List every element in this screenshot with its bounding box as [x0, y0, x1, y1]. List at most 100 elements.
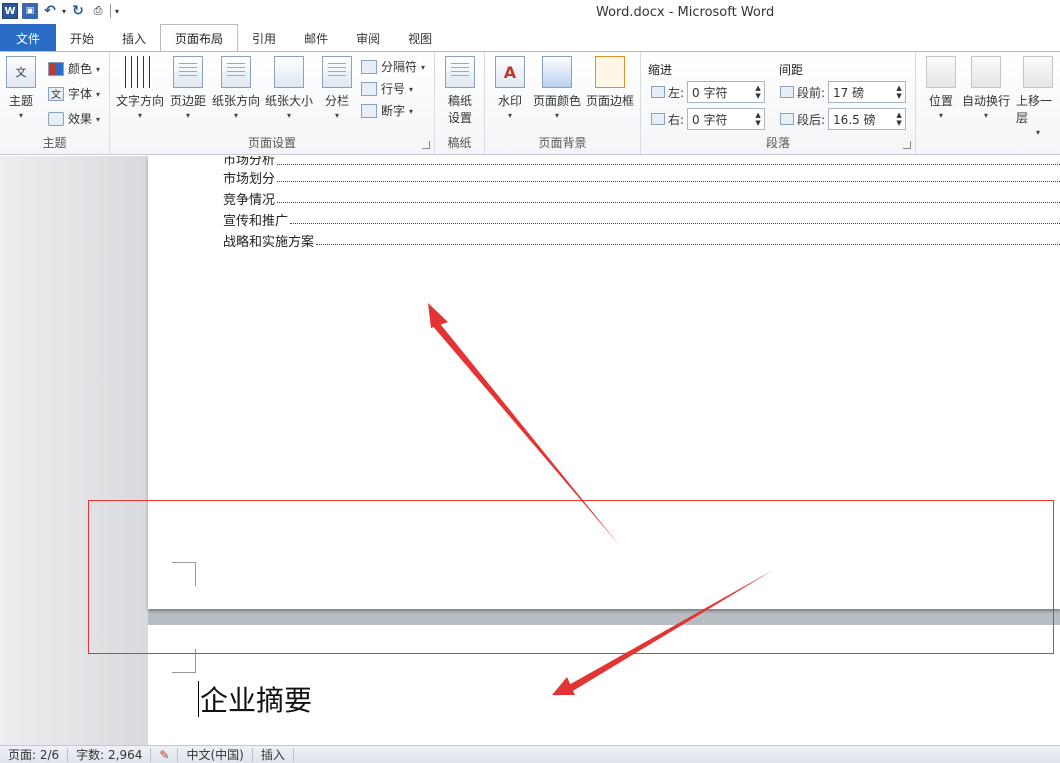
indent-left-value: 0 字符	[692, 85, 728, 100]
spinner-arrows-icon[interactable]: ▲ ▼	[752, 111, 764, 127]
line-numbers-button[interactable]: 行号 ▾	[361, 80, 413, 97]
page-color-label: 页面颜色	[533, 94, 582, 108]
themes-button[interactable]: 文 主题 ▾	[6, 56, 36, 120]
status-word-count[interactable]: 字数: 2,964	[68, 747, 152, 762]
columns-button[interactable]: 分栏 ▾	[322, 56, 352, 120]
text-direction-button[interactable]: 文字方向 ▾	[116, 56, 164, 120]
page-background-group-label: 页面背景	[538, 136, 587, 150]
breaks-button[interactable]: 分隔符 ▾	[361, 58, 425, 75]
tab-home[interactable]: 开始	[56, 24, 108, 52]
tab-mailings[interactable]: 邮件	[290, 24, 342, 52]
proofing-status[interactable]: ✎	[151, 747, 179, 762]
theme-colors-button[interactable]: 颜色 ▾	[48, 60, 100, 77]
spacing-before-value: 17 磅	[833, 85, 865, 100]
undo-dropdown-icon[interactable]: ▾	[62, 7, 66, 16]
status-language[interactable]: 中文(中国)	[178, 747, 253, 762]
chevron-down-icon: ▾	[938, 111, 943, 120]
manuscript-settings-button[interactable]: 稿纸 设置	[445, 56, 475, 126]
theme-effects-button[interactable]: 效果 ▾	[48, 110, 100, 127]
chevron-down-icon: ▾	[96, 115, 101, 124]
page-setup-group: 文字方向 ▾ 页边距 ▾ 纸张方向 ▾ 纸张大小 ▾ 分栏 ▾ 分隔符 ▾ 行号…	[110, 52, 435, 154]
ribbon: 文 主题 ▾ 颜色▾ 文 字体▾ 效果▾ 主题 文字方向 ▾ 页边距 ▾	[0, 51, 1060, 155]
word-logo-icon[interactable]: W	[2, 3, 18, 19]
position-button[interactable]: 位置 ▾	[926, 56, 956, 120]
print-preview-icon[interactable]: ⎙	[90, 3, 106, 19]
wrap-text-button[interactable]: 自动换行 ▾	[962, 56, 1010, 120]
chevron-down-icon: ▾	[138, 111, 143, 120]
hyphenation-label: 断字	[381, 104, 406, 118]
watermark-label: 水印	[497, 94, 522, 108]
line-numbers-label: 行号	[381, 82, 406, 96]
margins-button[interactable]: 页边距 ▾	[170, 56, 206, 120]
spacing-label: 间距	[779, 63, 804, 77]
indent-right-input[interactable]: 0 字符 ▲ ▼	[687, 108, 766, 130]
position-label: 位置	[928, 94, 953, 108]
chevron-down-icon: ▾	[186, 111, 191, 120]
annotation-arrow-up	[428, 303, 620, 546]
spacing-before-input[interactable]: 17 磅 ▲ ▼	[828, 81, 907, 103]
position-icon	[926, 56, 956, 88]
tab-insert[interactable]: 插入	[108, 24, 160, 52]
undo-icon[interactable]: ↶	[42, 3, 58, 19]
tab-file[interactable]: 文件	[0, 24, 56, 52]
tab-review[interactable]: 审阅	[342, 24, 394, 52]
columns-label: 分栏	[324, 94, 349, 108]
chevron-down-icon: ▾	[18, 111, 23, 120]
arrange-group: 位置 ▾ 自动换行 ▾ 上移一层 ▾	[916, 52, 1060, 154]
spacing-after-icon	[780, 113, 794, 125]
tab-references[interactable]: 引用	[238, 24, 290, 52]
themes-label: 主题	[8, 94, 33, 108]
paragraph-launcher-icon[interactable]	[903, 141, 911, 149]
title-bar: W ▣ ↶ ▾ ↻ ⎙ ▾ Word.docx - Microsoft Word	[0, 0, 1060, 24]
indent-right-value: 0 字符	[692, 112, 728, 127]
tab-view[interactable]: 视图	[394, 24, 446, 52]
status-insert-mode[interactable]: 插入	[253, 747, 294, 762]
bring-forward-button[interactable]: 上移一层 ▾	[1016, 56, 1060, 137]
watermark-button[interactable]: A 水印 ▾	[495, 56, 525, 120]
spacing-after-input[interactable]: 16.5 磅 ▲ ▼	[828, 108, 907, 130]
manuscript-label-line1: 稿纸	[447, 94, 472, 108]
indent-right-icon	[651, 113, 665, 125]
page-borders-icon	[595, 56, 625, 88]
manuscript-icon	[445, 56, 475, 88]
page-setup-group-label: 页面设置	[247, 136, 296, 150]
arrow-shaft	[431, 320, 620, 546]
size-button[interactable]: 纸张大小 ▾	[265, 56, 313, 120]
redo-icon[interactable]: ↻	[70, 3, 86, 19]
indent-left-input[interactable]: 0 字符 ▲ ▼	[687, 81, 766, 103]
status-page[interactable]: 页面: 2/6	[0, 747, 69, 762]
spinner-arrows-icon[interactable]: ▲ ▼	[893, 111, 905, 127]
spacing-after-row: 段后: 16.5 磅 ▲ ▼	[780, 108, 907, 130]
theme-fonts-button[interactable]: 文 字体 ▾	[48, 85, 100, 102]
page-borders-button[interactable]: 页面边框	[586, 56, 634, 109]
save-icon[interactable]: ▣	[22, 3, 38, 19]
breaks-icon	[361, 59, 377, 74]
chevron-down-icon: ▾	[96, 65, 101, 74]
indent-right-row: 右: 0 字符 ▲ ▼	[651, 108, 766, 130]
bring-forward-icon	[1023, 56, 1053, 88]
spinner-arrows-icon[interactable]: ▲ ▼	[752, 84, 764, 100]
spinner-arrows-icon[interactable]: ▲ ▼	[893, 84, 905, 100]
chevron-down-icon: ▾	[234, 111, 239, 120]
theme-effects-label: 效果	[68, 112, 93, 126]
page-setup-launcher-icon[interactable]	[422, 141, 430, 149]
breaks-label: 分隔符	[381, 60, 418, 74]
margins-label: 页边距	[170, 94, 207, 108]
hyphenation-icon	[361, 103, 377, 118]
bring-forward-label: 上移一层	[1016, 94, 1053, 125]
document-area[interactable]: 市场分析 市场划分 竞争情况 宣传和推广 战略和实施方案 企业摘要	[0, 156, 1060, 745]
annotation-arrow-down	[552, 569, 775, 695]
theme-colors-label: 颜色	[68, 62, 93, 76]
page-color-icon	[542, 56, 572, 88]
tab-page-layout[interactable]: 页面布局	[160, 24, 239, 52]
chevron-down-icon: ▾	[409, 85, 414, 94]
orientation-label: 纸张方向	[212, 94, 261, 108]
hyphenation-button[interactable]: 断字 ▾	[361, 102, 413, 119]
indent-label: 缩进	[648, 63, 673, 77]
customize-toolbar-icon[interactable]: ▾	[115, 7, 119, 16]
text-direction-label: 文字方向	[116, 94, 165, 108]
themes-group-label: 主题	[42, 136, 67, 150]
page-color-button[interactable]: 页面颜色 ▾	[533, 56, 581, 120]
orientation-icon	[221, 56, 251, 88]
orientation-button[interactable]: 纸张方向 ▾	[212, 56, 260, 120]
